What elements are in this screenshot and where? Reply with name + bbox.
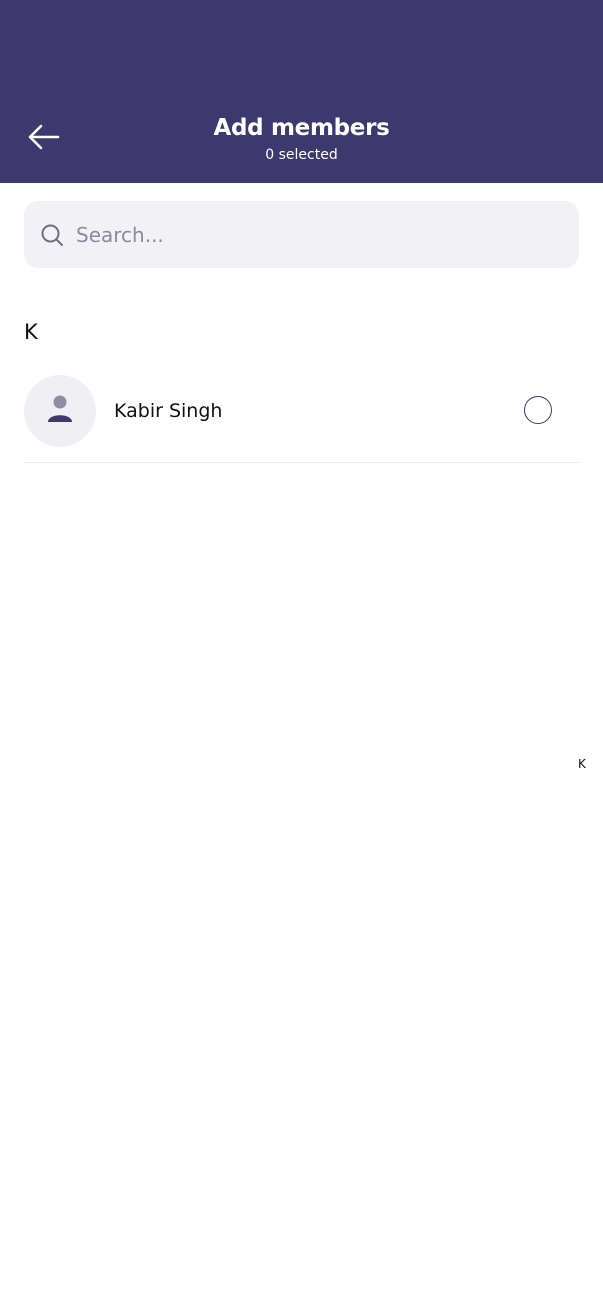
person-icon [45, 393, 75, 429]
avatar [24, 375, 96, 447]
app-header: Add members 0 selected [0, 0, 603, 183]
page-title: Add members [213, 115, 390, 141]
search-bar[interactable] [24, 201, 579, 268]
header-titles: Add members 0 selected [0, 112, 603, 165]
select-radio[interactable] [524, 396, 552, 424]
selected-count: 0 selected [265, 147, 338, 163]
section-header-k: K [24, 320, 38, 344]
search-input[interactable] [74, 221, 538, 248]
search-icon [40, 223, 64, 247]
alphabet-index-k[interactable]: K [578, 756, 586, 772]
contact-name: Kabir Singh [114, 400, 223, 422]
contact-row[interactable]: Kabir Singh [24, 375, 579, 463]
add-members-screen: Add members 0 selected K Kabir Singh K [0, 0, 603, 1311]
